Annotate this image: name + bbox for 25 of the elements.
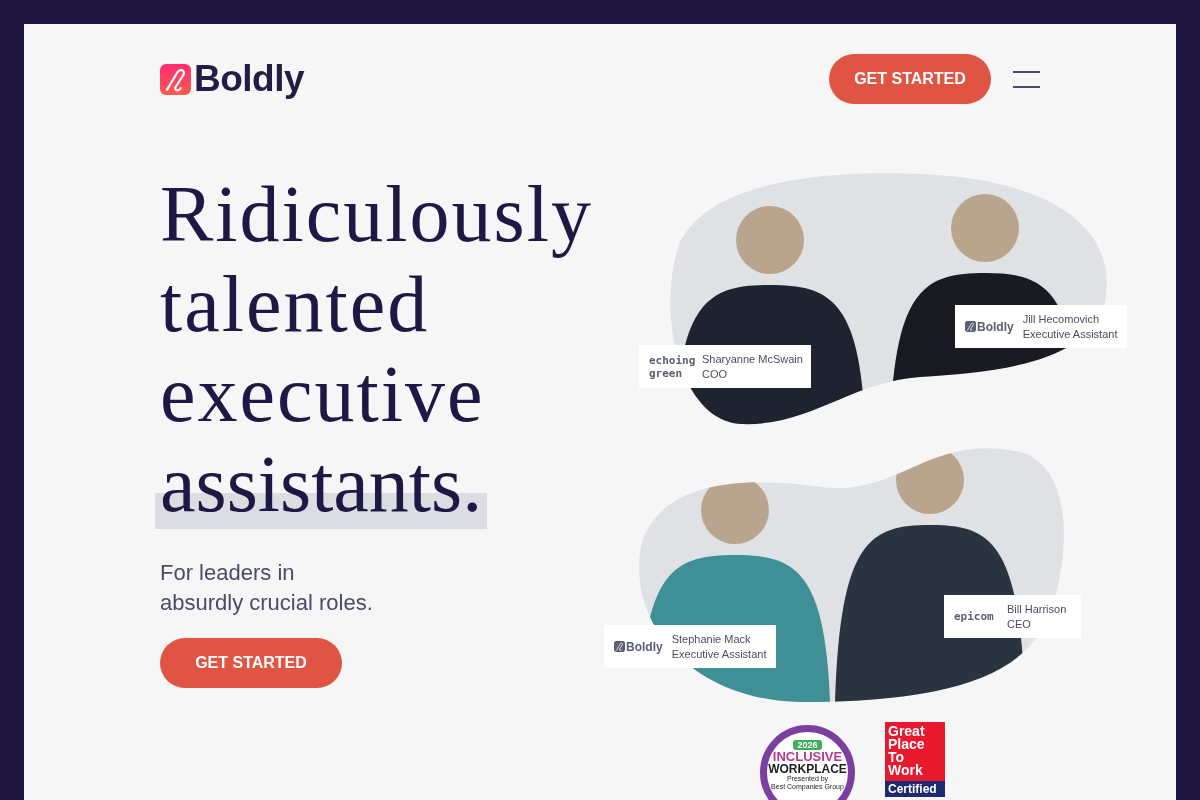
logo-icon — [614, 641, 625, 652]
person-name: Sharyanne McSwain — [702, 351, 803, 367]
badge-year: 2026 — [793, 740, 822, 750]
logo-icon — [160, 63, 191, 95]
company-logo: epicom — [954, 610, 995, 623]
company-logo: echoing green — [649, 353, 693, 380]
badge-title: Great Place To Work — [887, 722, 926, 780]
person-role: COO — [702, 366, 729, 382]
logo-icon — [965, 321, 976, 332]
company-logo: Boldly — [626, 639, 663, 654]
badge-title: WORKPLACE — [768, 763, 847, 775]
company-logo: Boldly — [977, 319, 1014, 334]
get-started-button[interactable]: GET STARTED — [829, 54, 991, 104]
menu-icon[interactable] — [1013, 70, 1040, 88]
person-role: Executive Assistant — [671, 646, 767, 662]
badge-label: Certified — [885, 781, 945, 797]
badge-title: INCLUSIVE — [772, 750, 843, 763]
brand-name[interactable]: Boldly — [194, 58, 305, 100]
person-role: CEO — [1007, 616, 1032, 632]
person-name: Stephanie Mack — [671, 631, 752, 647]
person-name: Bill Harrison — [1007, 601, 1067, 617]
person-name: Jill Hecomovich — [1022, 311, 1101, 327]
get-started-button[interactable]: GET STARTED — [160, 638, 342, 688]
person-role: Executive Assistant — [1022, 326, 1118, 342]
subtitle: For leaders in absurdly crucial roles. — [160, 559, 374, 617]
